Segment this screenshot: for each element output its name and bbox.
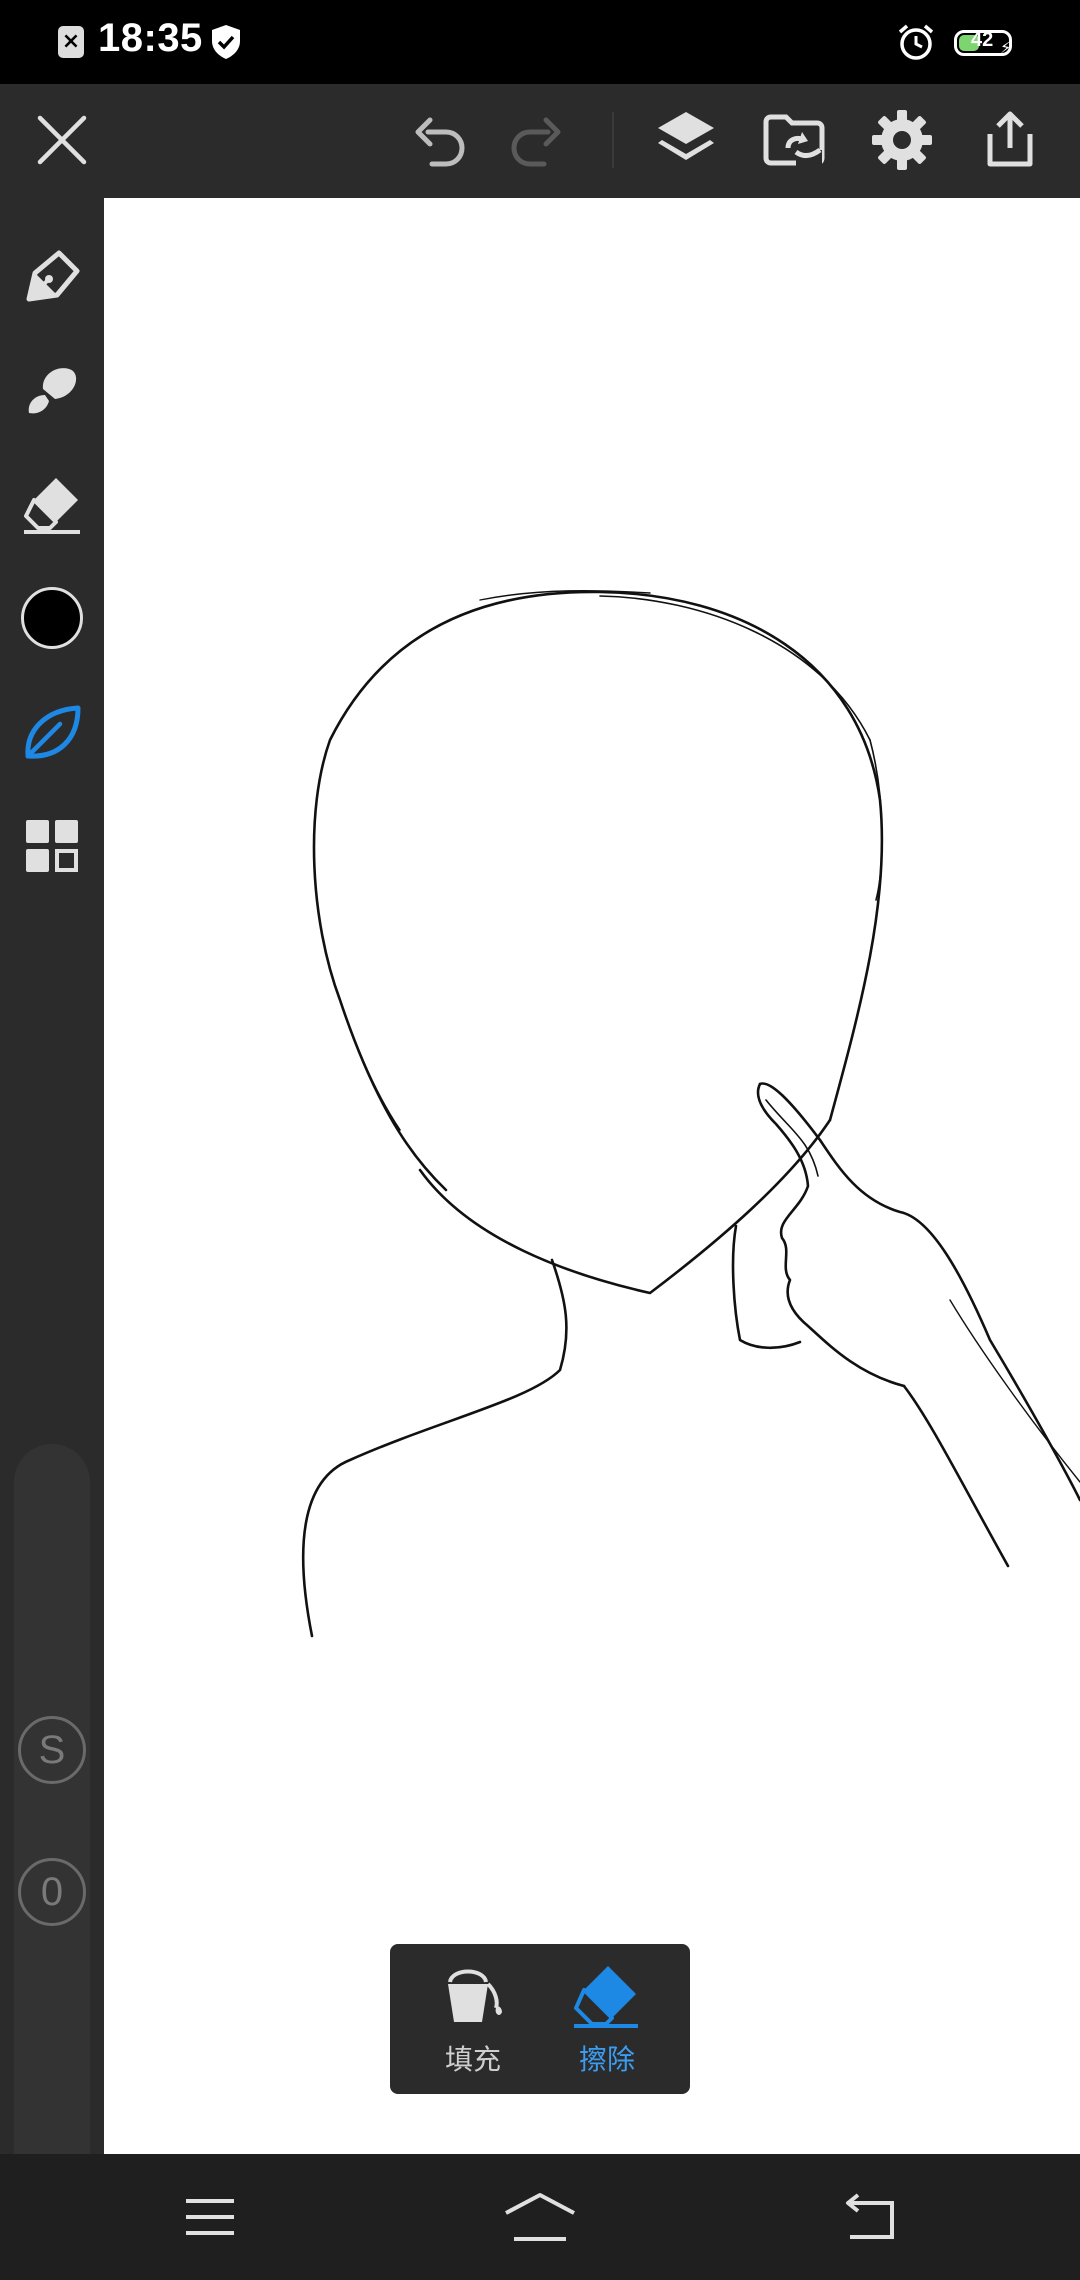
paint-bucket-icon [448, 1969, 502, 2022]
pen-icon [26, 250, 80, 302]
top-toolbar [0, 84, 1080, 198]
brush-icon [28, 368, 77, 414]
eraser-tool[interactable] [16, 468, 88, 540]
eraser-icon [24, 478, 80, 534]
redo-icon [511, 117, 561, 167]
close-button[interactable] [26, 104, 98, 176]
stabilizer-tool[interactable] [16, 696, 88, 768]
brush-settings-slider[interactable]: S 0 [14, 1444, 90, 2212]
fill-label: 填充 [444, 2043, 501, 2076]
brush-opacity-knob[interactable]: 0 [18, 1858, 86, 1926]
battery-level: 42 [971, 29, 994, 51]
close-icon [37, 115, 87, 165]
settings-button[interactable] [866, 104, 938, 176]
undo-button[interactable] [404, 104, 476, 176]
erase-button[interactable]: 擦除 [542, 1958, 672, 2084]
share-button[interactable] [974, 104, 1046, 176]
sketch-drawing [301, 590, 1080, 1638]
color-picker[interactable] [16, 582, 88, 654]
fill-button[interactable]: 填充 [408, 1958, 538, 2084]
redo-button[interactable] [500, 104, 572, 176]
pen-tool[interactable] [16, 240, 88, 312]
brush-size-knob[interactable]: S [18, 1716, 86, 1784]
layers-button[interactable] [650, 104, 722, 176]
back-icon [846, 2193, 894, 2239]
clock: 18:35 [98, 16, 203, 60]
leaf-icon [25, 705, 81, 759]
import-button[interactable] [758, 104, 830, 176]
settings-icon [872, 110, 932, 170]
layers-icon [658, 112, 714, 160]
nav-back-button[interactable] [830, 2182, 910, 2252]
notification-app-icon: × [58, 26, 84, 58]
color-swatch [21, 587, 83, 649]
drawing-canvas[interactable] [104, 198, 1080, 2154]
toolbar-separator [612, 112, 614, 168]
tool-sidebar: S 0 [0, 198, 104, 2212]
system-nav-bar [0, 2154, 1080, 2280]
folder-import-icon [763, 114, 825, 166]
nav-home-button[interactable] [500, 2182, 580, 2252]
shield-icon [212, 25, 240, 59]
charging-icon: ⚡ [1000, 38, 1012, 57]
fill-erase-popup: 填充 擦除 [390, 1944, 690, 2094]
nav-menu-button[interactable] [170, 2182, 250, 2252]
status-bar: × 18:35 42 ⚡ [0, 0, 1080, 84]
undo-icon [415, 117, 465, 167]
materials-tool[interactable] [16, 810, 88, 882]
grid-icon [26, 820, 78, 872]
brush-tool[interactable] [16, 354, 88, 426]
menu-icon [186, 2199, 234, 2235]
home-icon [505, 2193, 575, 2241]
alarm-icon [898, 24, 934, 60]
share-icon [987, 111, 1033, 167]
eraser-icon [574, 1966, 638, 2028]
erase-label: 擦除 [578, 2043, 635, 2076]
